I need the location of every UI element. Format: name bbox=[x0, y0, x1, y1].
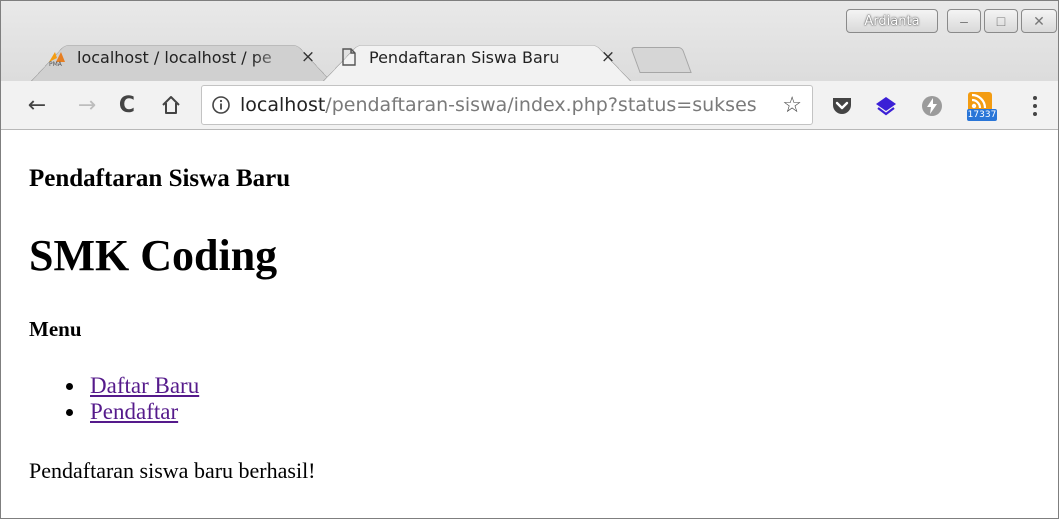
info-icon[interactable] bbox=[210, 94, 232, 116]
daftar-baru-link[interactable]: Daftar Baru bbox=[90, 373, 199, 398]
forward-button[interactable]: → bbox=[73, 91, 101, 119]
bookmark-star-icon[interactable]: ☆ bbox=[782, 92, 802, 118]
tab-title: localhost / localhost / pe bbox=[77, 47, 272, 67]
tab-close-button[interactable]: × bbox=[295, 47, 321, 67]
menu-heading: Menu bbox=[29, 317, 82, 341]
svg-text:PMA: PMA bbox=[49, 61, 63, 66]
pendaftar-link[interactable]: Pendaftar bbox=[90, 399, 178, 424]
url-path: /pendaftaran-siswa/index.php?status=suks… bbox=[325, 94, 757, 116]
home-button[interactable] bbox=[157, 91, 185, 119]
url-text[interactable]: localhost/pendaftaran-siswa/index.php?st… bbox=[240, 94, 760, 116]
new-tab-button[interactable] bbox=[630, 47, 692, 73]
back-button[interactable]: ← bbox=[23, 91, 51, 119]
reload-button[interactable]: C bbox=[113, 91, 141, 119]
status-message: Pendaftaran siswa baru berhasil! bbox=[29, 458, 316, 483]
layers-icon[interactable] bbox=[873, 93, 899, 119]
profile-button[interactable]: Ardianta bbox=[846, 9, 938, 33]
more-menu-icon[interactable] bbox=[1025, 91, 1045, 121]
tab-pendaftaran[interactable]: Pendaftaran Siswa Baru × bbox=[323, 33, 631, 81]
tab-strip: PMA localhost / localhost / pe × Pendaft… bbox=[1, 1, 1058, 81]
address-bar[interactable]: localhost/pendaftaran-siswa/index.php?st… bbox=[201, 85, 813, 125]
page-icon bbox=[339, 47, 359, 67]
phpmyadmin-icon: PMA bbox=[47, 47, 67, 67]
page-subtitle: Pendaftaran Siswa Baru bbox=[29, 165, 291, 192]
list-item: Daftar Baru bbox=[29, 373, 199, 399]
browser-window: PMA localhost / localhost / pe × Pendaft… bbox=[0, 0, 1059, 519]
page-content: Pendaftaran Siswa Baru SMK Coding Menu D… bbox=[1, 130, 1058, 518]
bolt-icon[interactable] bbox=[919, 93, 945, 119]
minimize-button[interactable]: – bbox=[947, 9, 981, 33]
close-window-button[interactable]: ✕ bbox=[1021, 9, 1057, 33]
browser-toolbar: ← → C localhost/pendaftaran-siswa/index.… bbox=[1, 81, 1058, 130]
menu-list: Daftar Baru Pendaftar bbox=[29, 373, 199, 425]
tab-title: Pendaftaran Siswa Baru bbox=[369, 47, 560, 67]
page-title: SMK Coding bbox=[29, 231, 278, 280]
home-icon bbox=[162, 96, 180, 114]
url-host: localhost bbox=[240, 94, 326, 116]
rss-count-badge: 17337 bbox=[967, 109, 997, 121]
pocket-icon[interactable] bbox=[829, 93, 855, 119]
maximize-button[interactable]: □ bbox=[984, 9, 1018, 33]
list-item: Pendaftar bbox=[29, 399, 199, 425]
tab-phpmyadmin[interactable]: PMA localhost / localhost / pe × bbox=[31, 33, 331, 81]
tab-close-button[interactable]: × bbox=[595, 47, 621, 67]
